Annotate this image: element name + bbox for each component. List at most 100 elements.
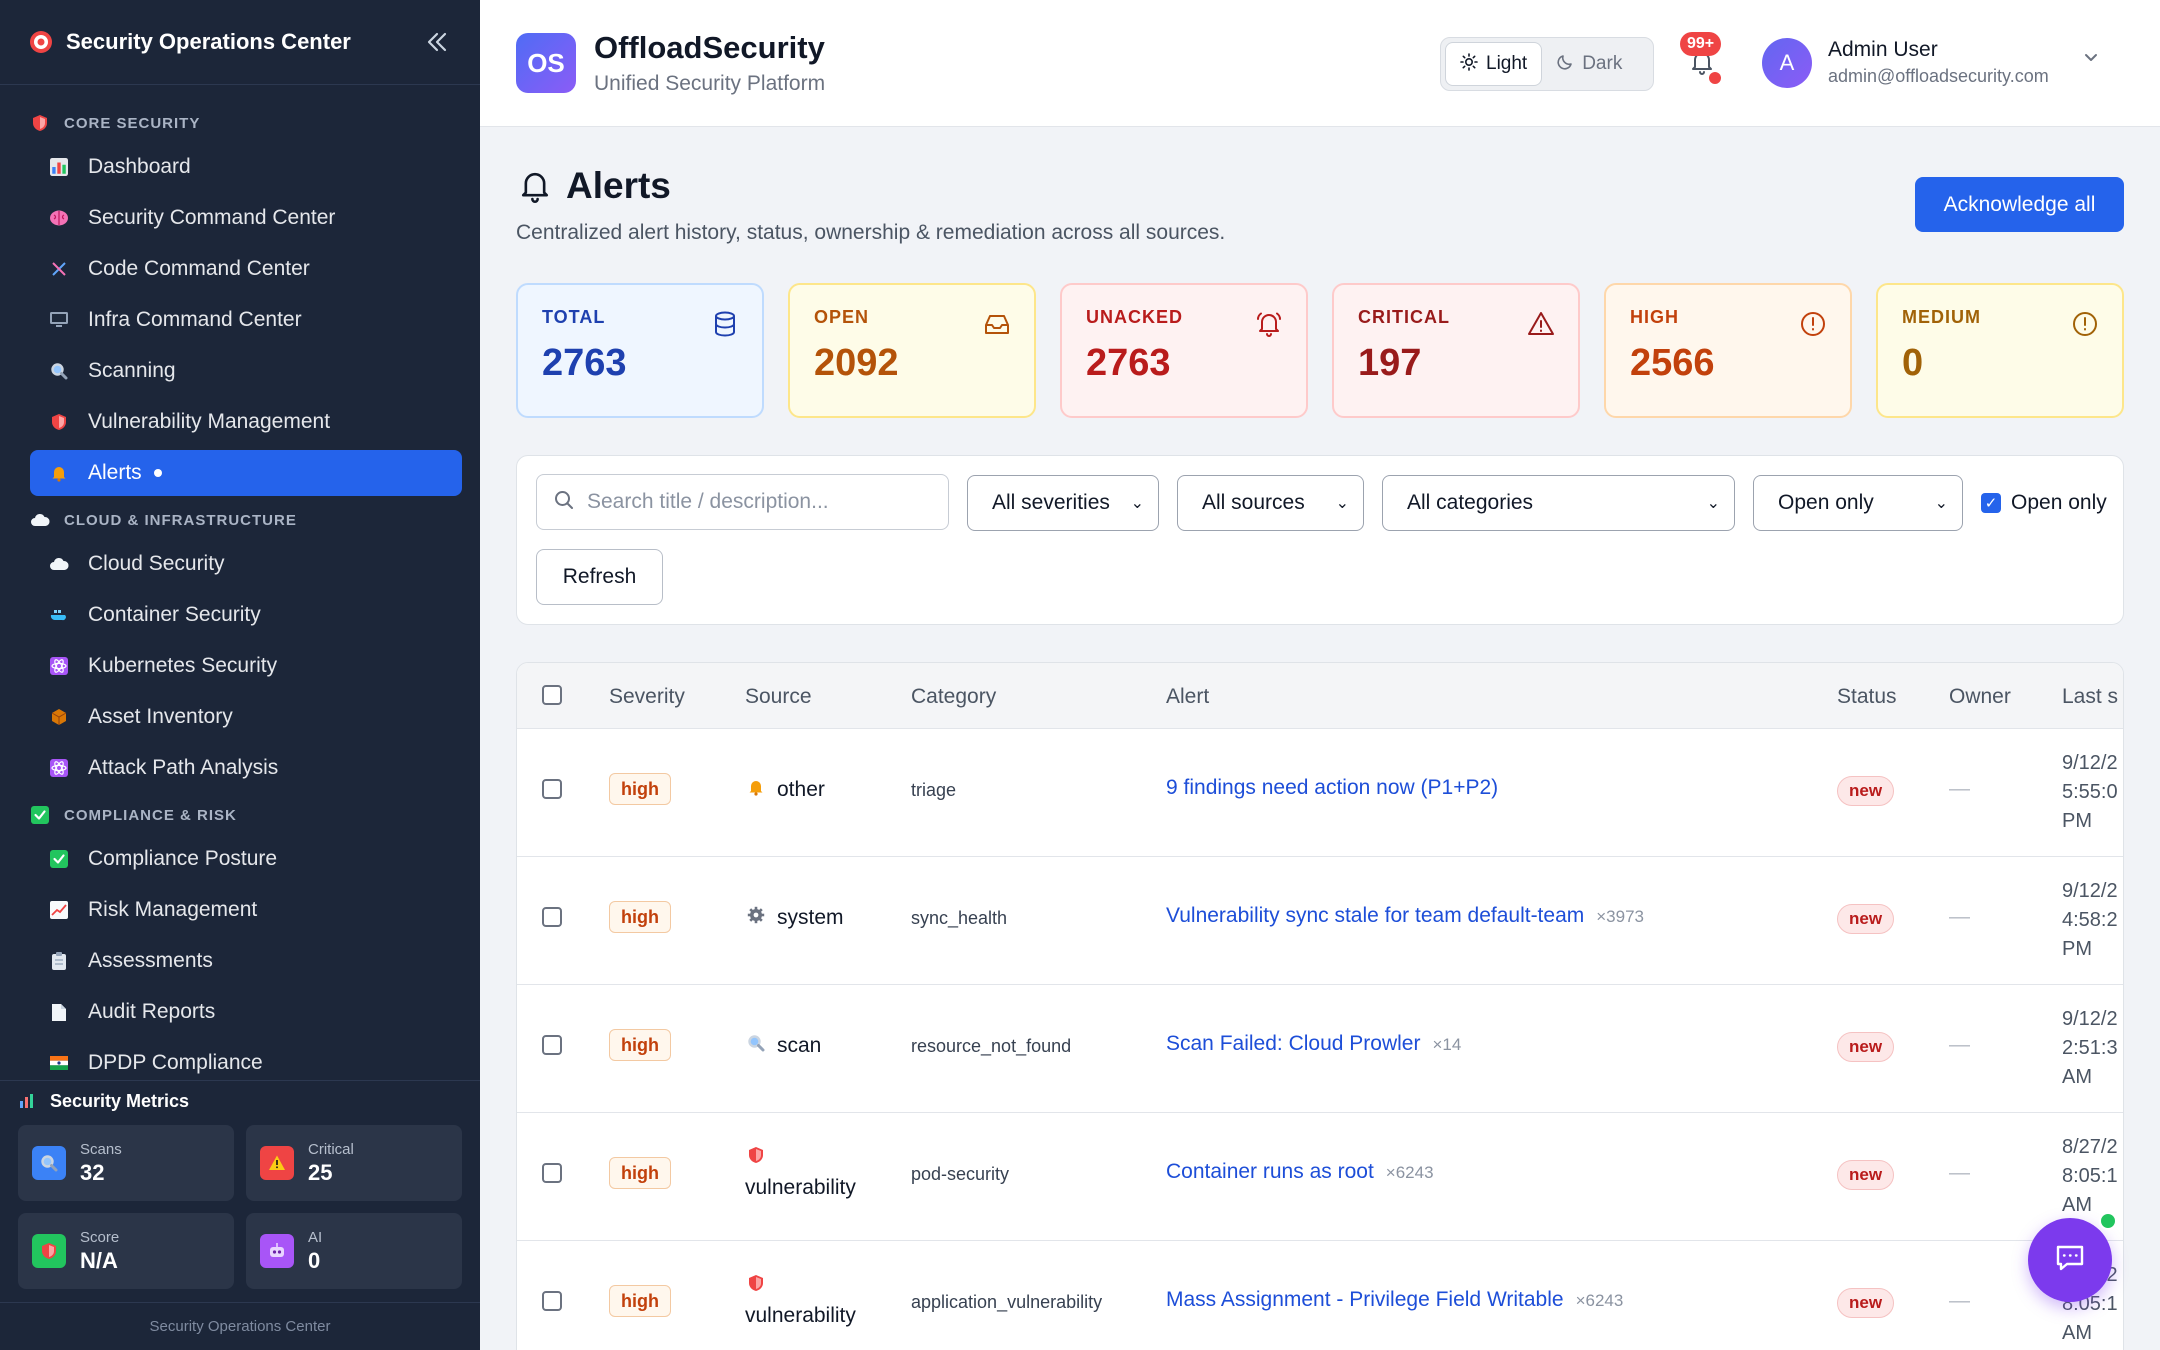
theme-dark-button[interactable]: Dark xyxy=(1542,42,1636,86)
chevron-down-icon[interactable] xyxy=(2082,48,2100,72)
sidebar-item-security-command-center[interactable]: Security Command Center xyxy=(30,195,462,241)
status-badge: new xyxy=(1837,1160,1895,1190)
column-header-alert[interactable]: Alert xyxy=(1166,685,1209,709)
shield-icon xyxy=(745,1272,767,1294)
row-checkbox[interactable] xyxy=(542,1291,562,1311)
sidebar-item-code-command-center[interactable]: Code Command Center xyxy=(30,246,462,292)
column-header-severity[interactable]: Severity xyxy=(609,685,685,709)
refresh-button[interactable]: Refresh xyxy=(536,549,663,605)
owner-cell: — xyxy=(1949,777,1970,800)
stat-card-total: TOTAL 2763 xyxy=(516,283,764,418)
sidebar-item-risk-management[interactable]: Risk Management xyxy=(30,887,462,933)
column-header-last-s[interactable]: Last s xyxy=(2062,685,2118,709)
row-checkbox[interactable] xyxy=(542,1035,562,1055)
sidebar-item-attack-path-analysis[interactable]: Attack Path Analysis xyxy=(30,745,462,791)
search-input[interactable] xyxy=(587,490,927,514)
sidebar-footer: Security Operations Center xyxy=(0,1302,480,1350)
stat-card-high: HIGH 2566 xyxy=(1604,283,1852,418)
theme-light-button[interactable]: Light xyxy=(1445,42,1543,86)
trend-icon xyxy=(48,899,70,921)
sidebar-item-kubernetes-security[interactable]: Kubernetes Security xyxy=(30,643,462,689)
user-name[interactable]: Admin User xyxy=(1828,38,1938,62)
inbox-icon xyxy=(982,309,1012,339)
checkmark-icon: ✓ xyxy=(1981,493,2001,513)
sidebar-item-cloud-security[interactable]: Cloud Security xyxy=(30,541,462,587)
sidebar-item-alerts[interactable]: Alerts xyxy=(30,450,462,496)
status-badge: new xyxy=(1837,1032,1895,1062)
source-select[interactable]: All sources ⌄ xyxy=(1177,475,1364,531)
table-row[interactable]: high vulnerability application_vulnerabili… xyxy=(517,1241,2123,1350)
alert-cell: Scan Failed: Cloud Prowler ×14 xyxy=(1166,1032,1461,1056)
monitor-icon xyxy=(48,309,70,331)
metrics-grid: Scans 32 Critical 25 Score N/A AI 0 xyxy=(0,1121,480,1293)
gear-icon xyxy=(745,904,767,926)
alert-title-link[interactable]: Mass Assignment - Privilege Field Writab… xyxy=(1166,1288,1564,1311)
sidebar-section-compliance-risk: COMPLIANCE & RISK xyxy=(0,796,480,834)
sidebar-item-vulnerability-management[interactable]: Vulnerability Management xyxy=(30,399,462,445)
metric-ai: AI 0 xyxy=(246,1213,462,1289)
sidebar-item-audit-reports[interactable]: Audit Reports xyxy=(30,989,462,1035)
sidebar-item-infra-command-center[interactable]: Infra Command Center xyxy=(30,297,462,343)
sidebar-section-cloud-infrastructure: CLOUD & INFRASTRUCTURE xyxy=(0,501,480,539)
source-cell: vulnerability xyxy=(745,1143,856,1203)
select-all-checkbox[interactable] xyxy=(542,685,562,705)
alert-title-link[interactable]: 9 findings need action now (P1+P2) xyxy=(1166,776,1498,799)
shield-icon xyxy=(30,113,50,133)
table-row[interactable]: high other triage 9 findings need action no… xyxy=(517,729,2123,857)
column-header-owner[interactable]: Owner xyxy=(1949,685,2011,709)
alert-title-link[interactable]: Scan Failed: Cloud Prowler xyxy=(1166,1032,1420,1055)
row-checkbox[interactable] xyxy=(542,907,562,927)
whale-icon xyxy=(48,604,70,626)
severity-badge: high xyxy=(609,1029,671,1061)
chevron-down-icon: ⌄ xyxy=(1934,495,1948,512)
alert-cell: Mass Assignment - Privilege Field Writab… xyxy=(1166,1288,1623,1312)
sidebar-item-asset-inventory[interactable]: Asset Inventory xyxy=(30,694,462,740)
table-row[interactable]: high vulnerability pod-security Container r… xyxy=(517,1113,2123,1241)
bar-chart-icon xyxy=(18,1092,36,1110)
sidebar-item-assessments[interactable]: Assessments xyxy=(30,938,462,984)
alerts-table: Severity Source Category Alert Status Owner La… xyxy=(516,662,2124,1350)
stat-card-unacked: UNACKED 2763 xyxy=(1060,283,1308,418)
chat-button[interactable] xyxy=(2028,1218,2112,1302)
sidebar-item-dashboard[interactable]: Dashboard xyxy=(30,144,462,190)
search-box[interactable] xyxy=(536,474,949,530)
cloud-icon xyxy=(48,553,70,575)
alert-cell: Container runs as root ×6243 xyxy=(1166,1160,1434,1184)
category-select[interactable]: All categories ⌄ xyxy=(1382,475,1735,531)
dna-icon xyxy=(48,258,70,280)
atom-icon xyxy=(48,757,70,779)
row-checkbox[interactable] xyxy=(542,779,562,799)
alert-title-link[interactable]: Vulnerability sync stale for team defaul… xyxy=(1166,904,1584,927)
avatar[interactable]: A xyxy=(1762,38,1812,88)
column-header-source[interactable]: Source xyxy=(745,685,812,709)
sun-icon xyxy=(1460,52,1478,76)
category-cell: triage xyxy=(911,780,957,800)
severity-select[interactable]: All severities ⌄ xyxy=(967,475,1159,531)
sidebar-item-scanning[interactable]: Scanning xyxy=(30,348,462,394)
magnifier-icon xyxy=(745,1032,767,1054)
package-icon xyxy=(48,706,70,728)
sidebar-item-dpdp-compliance[interactable]: DPDP Compliance xyxy=(30,1040,462,1080)
state-select[interactable]: Open only ⌄ xyxy=(1753,475,1963,531)
table-row[interactable]: high system sync_health Vulnerability sync … xyxy=(517,857,2123,985)
sidebar-item-container-security[interactable]: Container Security xyxy=(30,592,462,638)
open-only-checkbox[interactable]: ✓ Open only xyxy=(1981,491,2107,515)
metric-score: Score N/A xyxy=(18,1213,234,1289)
bar-chart-icon xyxy=(48,156,70,178)
column-header-category[interactable]: Category xyxy=(911,685,996,709)
sidebar-item-compliance-posture[interactable]: Compliance Posture xyxy=(30,836,462,882)
column-header-status[interactable]: Status xyxy=(1837,685,1897,709)
severity-badge: high xyxy=(609,773,671,805)
metric-scans: Scans 32 xyxy=(18,1125,234,1201)
moon-icon xyxy=(1556,53,1574,76)
sidebar-nav: CORE SECURITY Dashboard Security Command C… xyxy=(0,100,480,1080)
magnifier-icon xyxy=(32,1146,66,1180)
table-row[interactable]: high scan resource_not_found Scan Failed: C… xyxy=(517,985,2123,1113)
alert-title-link[interactable]: Container runs as root xyxy=(1166,1160,1374,1183)
acknowledge-all-button[interactable]: Acknowledge all xyxy=(1915,177,2124,232)
table-header: Severity Source Category Alert Status Owner La… xyxy=(517,663,2123,729)
row-checkbox[interactable] xyxy=(542,1163,562,1183)
online-status-dot xyxy=(2099,1212,2117,1230)
collapse-sidebar-icon[interactable] xyxy=(420,25,454,59)
source-cell: scan xyxy=(745,1032,821,1058)
